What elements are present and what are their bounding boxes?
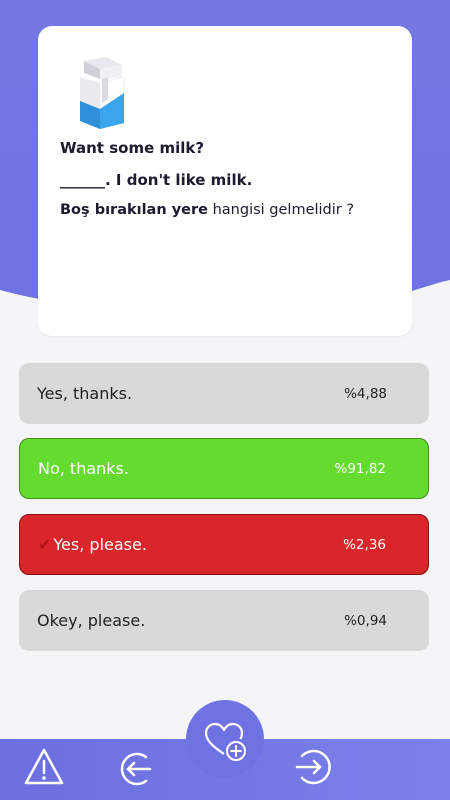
answer-option-text: Yes, please. <box>53 535 147 554</box>
back-arrow-icon[interactable] <box>116 750 154 788</box>
checkmark-icon: ✔ <box>38 535 52 554</box>
milk-carton-icon <box>80 57 125 130</box>
question-prompt: Boş bırakılan yere hangisi gelmelidir ? <box>60 202 354 218</box>
answer-option-label: Yes, thanks. <box>37 384 133 403</box>
warning-icon[interactable] <box>23 747 65 787</box>
answer-option-label: No, thanks. <box>38 459 129 478</box>
answer-option-4[interactable]: Okey, please. %0,94 <box>19 590 429 651</box>
answer-option-percent: %91,82 <box>334 460 386 477</box>
answer-option-percent: %0,94 <box>344 612 387 629</box>
exit-arrow-icon[interactable] <box>294 747 336 787</box>
answer-option-1[interactable]: Yes, thanks. %4,88 <box>19 363 429 424</box>
question-line-1: Want some milk? <box>60 139 205 157</box>
question-prompt-bold: Boş bırakılan yere <box>60 202 208 218</box>
answer-option-percent: %2,36 <box>343 536 386 553</box>
answer-option-percent: %4,88 <box>344 385 387 402</box>
add-favorite-button[interactable] <box>186 700 264 778</box>
answer-option-label: ✔ Yes, please. <box>38 535 147 554</box>
answer-option-2[interactable]: No, thanks. %91,82 <box>19 438 429 499</box>
question-card: Want some milk? ______. I don't like mil… <box>38 26 412 336</box>
answer-option-3[interactable]: ✔ Yes, please. %2,36 <box>19 514 429 575</box>
question-prompt-rest: hangisi gelmelidir ? <box>208 202 355 218</box>
question-line-2: ______. I don't like milk. <box>60 171 253 189</box>
heart-add-icon <box>204 722 246 761</box>
answer-option-label: Okey, please. <box>37 611 146 630</box>
